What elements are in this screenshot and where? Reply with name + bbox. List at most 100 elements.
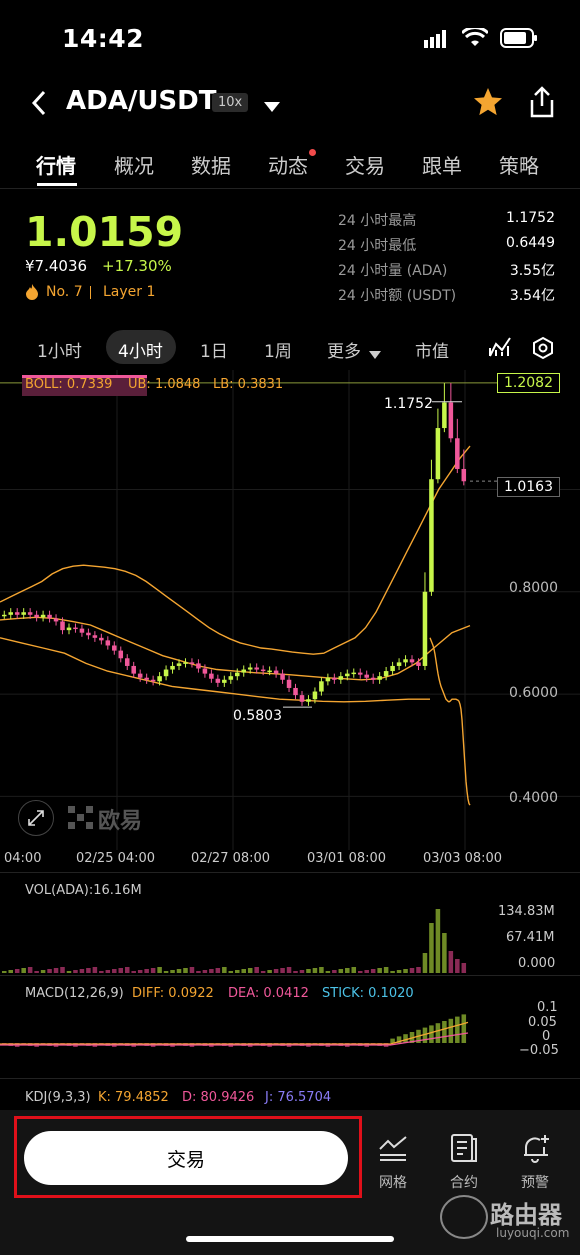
- volume-bar: [222, 967, 227, 973]
- vol-divider: [0, 975, 580, 976]
- candle-body: [60, 621, 65, 631]
- tab-trade[interactable]: 交易: [345, 150, 385, 179]
- macd-tick: 0.1: [537, 1000, 558, 1015]
- tab-strategy[interactable]: 策略: [499, 150, 539, 179]
- alert-label[interactable]: 预警: [521, 1172, 549, 1192]
- volume-bar: [66, 971, 72, 973]
- volume-bar: [189, 967, 195, 973]
- volume-bar: [14, 969, 20, 973]
- candle-chart[interactable]: [0, 370, 580, 850]
- candle-body: [461, 468, 467, 482]
- volume-bar: [306, 969, 311, 973]
- candle-body: [21, 612, 26, 615]
- tab-data[interactable]: 数据: [191, 150, 231, 179]
- volume-bar: [345, 968, 350, 973]
- tab-overview[interactable]: 概况: [114, 150, 154, 179]
- status-bar: 14:42: [0, 0, 580, 80]
- kdj-k: K: 79.4852: [98, 1090, 169, 1105]
- macd-label: MACD(12,26,9): [25, 986, 124, 1001]
- boll-ub: UB: 1.0848: [128, 377, 201, 392]
- volume-bar: [99, 971, 104, 973]
- current-price-box: 1.0163: [497, 477, 560, 497]
- candle-body: [319, 681, 324, 692]
- volume-bar: [325, 971, 331, 973]
- candle-body: [196, 663, 201, 669]
- settings-hex-icon[interactable]: [531, 336, 555, 364]
- candle-body: [280, 673, 285, 680]
- contract-label[interactable]: 合约: [450, 1172, 478, 1192]
- macd-chart-svg: [0, 1014, 469, 1047]
- watermark-brand: 路由器: [490, 1201, 562, 1229]
- interval-1h[interactable]: 1小时: [37, 337, 82, 362]
- grid-label[interactable]: 网格: [379, 1172, 407, 1192]
- interval-1d[interactable]: 1日: [200, 337, 228, 362]
- tab-copy[interactable]: 跟单: [422, 150, 462, 179]
- volume-bar: [92, 967, 98, 973]
- interval-marketcap[interactable]: 市值: [415, 337, 453, 362]
- candle-body: [422, 591, 428, 666]
- bell-plus-icon[interactable]: [521, 1133, 551, 1167]
- volume-bar: [461, 963, 467, 973]
- volume-bar: [260, 971, 266, 973]
- candle-body: [53, 618, 59, 622]
- contract-doc-icon[interactable]: [450, 1133, 478, 1167]
- volume-bar: [8, 970, 14, 973]
- candle-body: [131, 665, 136, 674]
- tab-market[interactable]: 行情: [36, 150, 76, 179]
- chevron-down-icon[interactable]: [264, 97, 280, 116]
- pair-title[interactable]: ADA/USDT: [66, 86, 216, 116]
- x-tick-label: 03/03 08:00: [423, 851, 503, 866]
- candle-body: [455, 438, 460, 469]
- interval-1w[interactable]: 1周: [264, 337, 292, 362]
- x-tick-label: 04:00: [4, 851, 42, 866]
- stat-value: 3.54亿: [509, 288, 555, 304]
- candle-body: [338, 676, 344, 680]
- stat-label: 24 小时额 (USDT): [338, 288, 457, 304]
- candle-body: [215, 678, 221, 683]
- indicator-icon[interactable]: [488, 336, 512, 362]
- candle-body: [254, 667, 259, 670]
- stat-value: 1.1752: [506, 210, 555, 226]
- grid-chart-icon[interactable]: [378, 1135, 408, 1165]
- candle-body: [235, 672, 240, 677]
- candle-chart-svg[interactable]: [0, 370, 580, 850]
- interval-more[interactable]: 更多: [327, 337, 361, 362]
- volume-bar: [47, 969, 52, 973]
- candle-body: [228, 676, 234, 680]
- candle-body: [357, 672, 363, 675]
- candle-body: [312, 691, 318, 700]
- interval-4h[interactable]: 4小时: [118, 337, 163, 362]
- volume-bar: [364, 970, 369, 973]
- tab-active-underline: [37, 183, 77, 186]
- volume-bar: [319, 967, 324, 973]
- sector-label[interactable]: Layer 1: [103, 284, 155, 300]
- y-tick-label: 0.6000: [509, 685, 558, 701]
- volume-bar: [403, 969, 408, 973]
- back-icon[interactable]: [30, 90, 48, 120]
- candle-body: [27, 612, 33, 615]
- macd-bar: [448, 1018, 454, 1043]
- volume-bar: [241, 969, 247, 973]
- candle-body: [247, 667, 253, 670]
- candle-body: [299, 695, 305, 702]
- candle-body: [209, 673, 214, 679]
- macd-dea: DEA: 0.0412: [228, 986, 309, 1001]
- boll-lb: LB: 0.3831: [213, 377, 284, 392]
- volume-bar: [60, 967, 65, 973]
- volume-bar: [209, 969, 214, 973]
- home-indicator: [186, 1236, 394, 1242]
- volume-bar: [254, 967, 259, 973]
- candle-body: [73, 627, 78, 630]
- macd-bar: [403, 1034, 408, 1043]
- volume-bar: [357, 971, 363, 973]
- rank-label[interactable]: No. 7: [46, 284, 83, 300]
- candle-body: [137, 673, 143, 678]
- candle-body: [183, 662, 188, 664]
- macd-bar: [455, 1016, 460, 1043]
- expand-icon[interactable]: [18, 800, 54, 836]
- tab-news[interactable]: 动态: [268, 150, 308, 179]
- star-icon[interactable]: [472, 86, 504, 122]
- candle-body: [176, 663, 182, 666]
- volume-bar: [202, 970, 208, 973]
- share-icon[interactable]: [528, 86, 556, 122]
